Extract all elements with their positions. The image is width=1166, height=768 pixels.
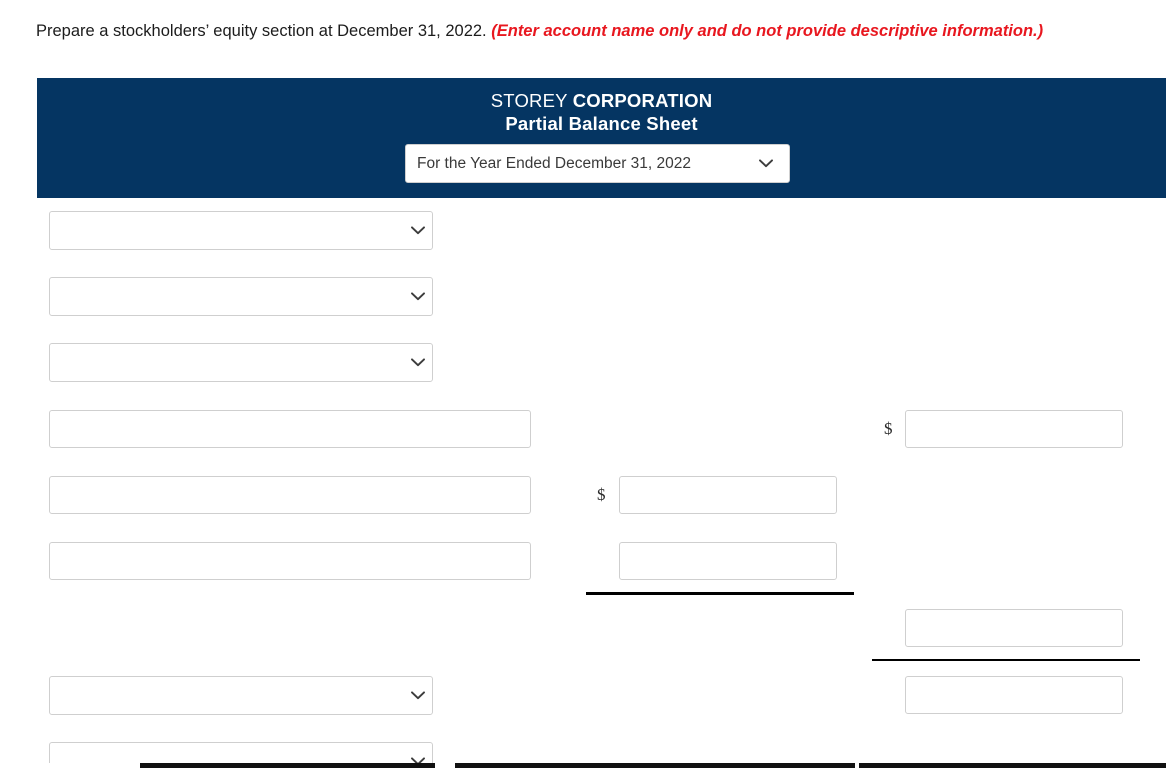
viewport-bottom-strip [0, 763, 1166, 768]
currency-symbol-middle-1: $ [597, 485, 606, 504]
prompt-hint: (Enter account name only and do not prov… [491, 22, 1044, 40]
period-select-wrap: For the Year Ended December 31, 2022Dece… [405, 144, 790, 183]
account-select-1[interactable] [49, 211, 433, 250]
middle-column-subtotal-rule [586, 592, 854, 595]
company-name-bold: CORPORATION [572, 90, 713, 111]
amount-input-right-3[interactable] [905, 676, 1123, 714]
amount-input-middle-1[interactable] [619, 476, 837, 514]
right-column-total-rule [872, 659, 1140, 661]
company-name-plain: STOREY [490, 90, 573, 111]
worksheet-page: Prepare a stockholders’ equity section a… [0, 0, 1166, 768]
statement-title: Partial Balance Sheet [505, 113, 698, 134]
statement-header-band: STOREY CORPORATION Partial Balance Sheet… [37, 78, 1166, 198]
amount-input-middle-2[interactable] [619, 542, 837, 580]
period-select[interactable]: For the Year Ended December 31, 2022Dece… [405, 144, 790, 183]
amount-input-right-1[interactable] [905, 410, 1123, 448]
currency-symbol-right-1: $ [884, 419, 893, 438]
account-name-input-3[interactable] [49, 542, 531, 580]
prompt-text: Prepare a stockholders’ equity section a… [36, 22, 487, 40]
account-select-3[interactable] [49, 343, 433, 382]
company-name: STOREY CORPORATION [37, 89, 1166, 112]
amount-input-right-2[interactable] [905, 609, 1123, 647]
account-name-input-2[interactable] [49, 476, 531, 514]
account-select-4[interactable] [49, 676, 433, 715]
account-name-input-1[interactable] [49, 410, 531, 448]
question-prompt: Prepare a stockholders’ equity section a… [36, 20, 1156, 42]
account-select-2[interactable] [49, 277, 433, 316]
